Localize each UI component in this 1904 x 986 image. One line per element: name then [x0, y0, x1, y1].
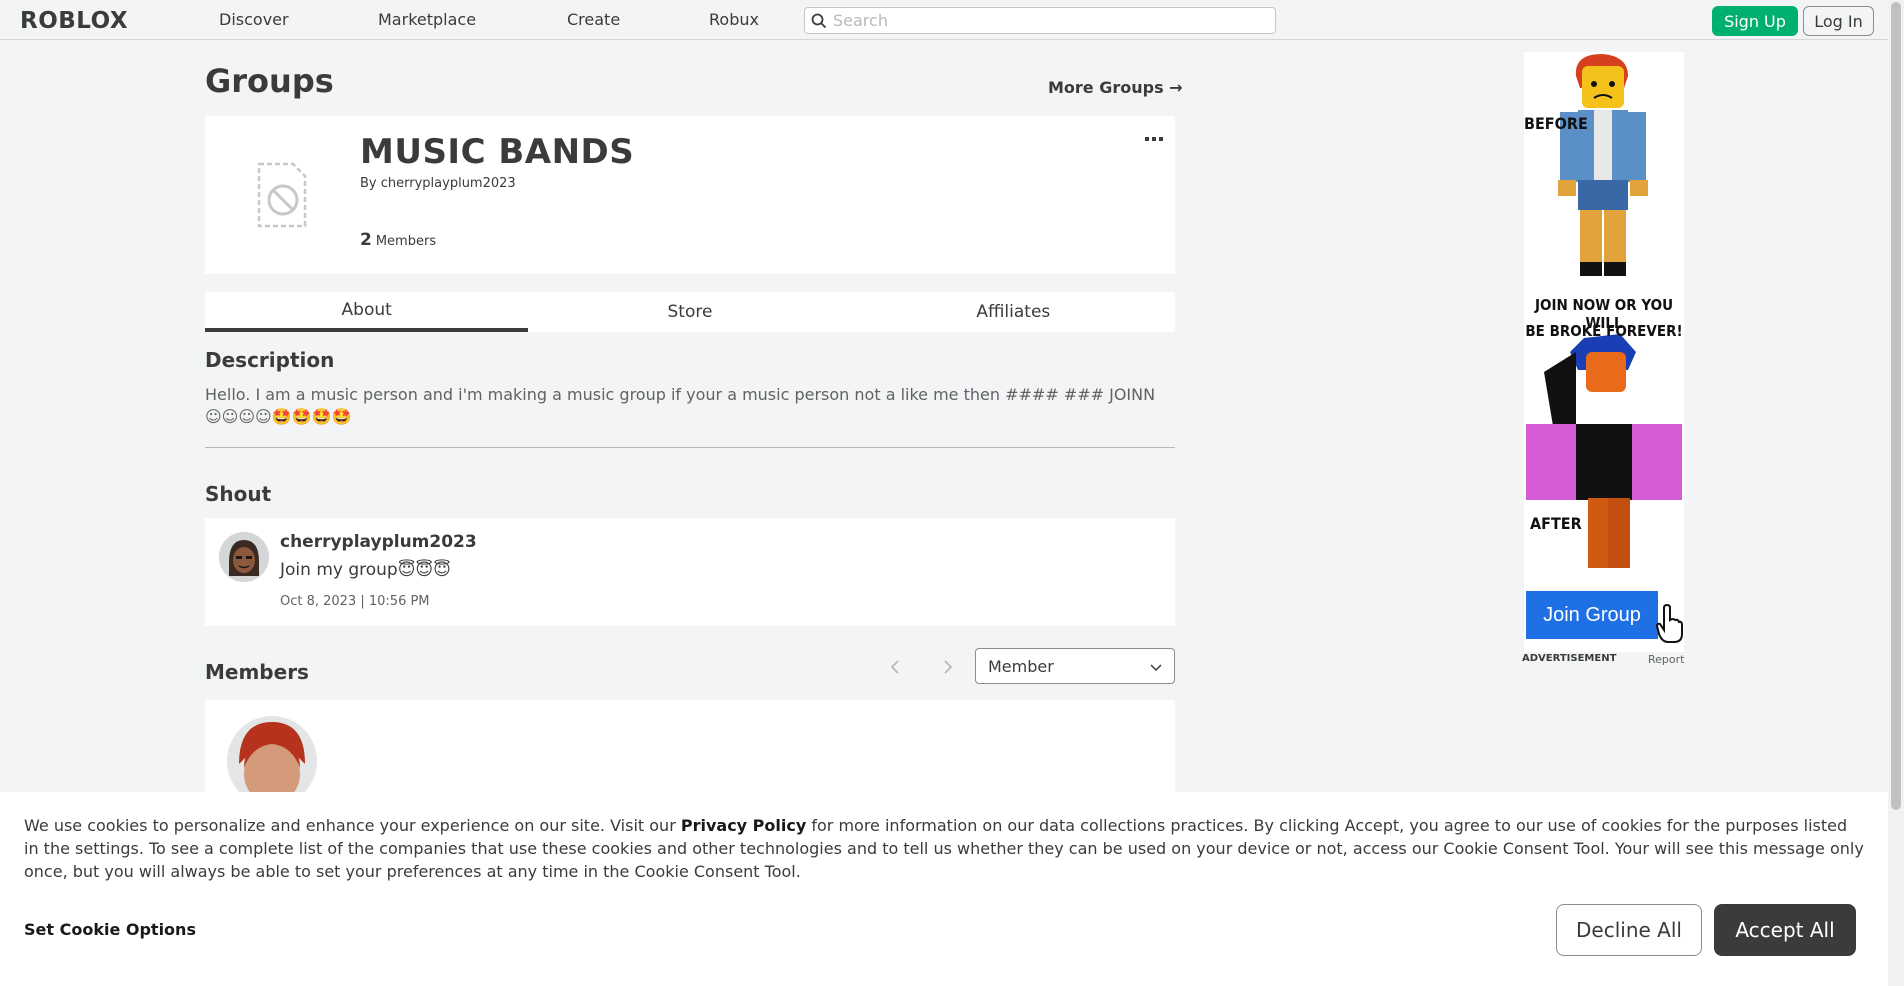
chevron-down-icon — [1150, 657, 1162, 676]
more-options-icon[interactable] — [1145, 130, 1163, 146]
ad-after-text: AFTER — [1530, 514, 1582, 533]
group-emblem-placeholder-icon — [257, 162, 307, 228]
nav-create[interactable]: Create — [567, 10, 620, 29]
log-in-button[interactable]: Log In — [1803, 6, 1874, 36]
description-text: Hello. I am a music person and i'm makin… — [205, 385, 1156, 426]
privacy-policy-link[interactable]: Privacy Policy — [681, 816, 806, 835]
group-member-count: 2 Members — [360, 230, 436, 250]
group-owner-link[interactable]: cherryplayplum2023 — [381, 176, 516, 191]
members-next-page-icon[interactable] — [943, 656, 953, 680]
more-groups-link[interactable]: More Groups → — [1048, 78, 1183, 97]
page-scrollbar[interactable] — [1888, 0, 1904, 986]
group-owner-line: By cherryplayplum2023 — [360, 176, 516, 191]
shout-message: Join my group😇😇😇 — [280, 560, 451, 580]
ad-before-text: BEFORE — [1524, 114, 1588, 133]
hand-cursor-icon — [1655, 603, 1684, 648]
shout-heading: Shout — [205, 482, 272, 506]
nav-robux[interactable]: Robux — [709, 10, 759, 29]
members-heading: Members — [205, 660, 309, 684]
set-cookie-options-link[interactable]: Set Cookie Options — [24, 920, 196, 939]
nav-discover[interactable]: Discover — [219, 10, 289, 29]
sign-up-button[interactable]: Sign Up — [1712, 6, 1798, 36]
advertisement-label: ADVERTISEMENT — [1522, 653, 1617, 664]
group-name: MUSIC BANDS — [360, 132, 635, 172]
page-title: Groups — [205, 62, 334, 100]
section-divider — [205, 447, 1175, 448]
description-heading: Description — [205, 348, 335, 372]
advertisement-banner[interactable]: BEFORE JOIN NOW OR YOU WILL BE BROKE FOR… — [1524, 52, 1684, 652]
member-count-number: 2 — [360, 230, 372, 250]
cookie-text-part-1: We use cookies to personalize and enhanc… — [24, 816, 681, 835]
accept-all-button[interactable]: Accept All — [1714, 904, 1856, 956]
search-icon[interactable] — [805, 13, 833, 29]
shout-date: Oct 8, 2023 | 10:56 PM — [280, 594, 430, 609]
tab-store[interactable]: Store — [528, 292, 851, 332]
ad-tagline-line-2: BE BROKE FOREVER! — [1525, 322, 1683, 340]
search-box — [804, 7, 1276, 34]
tab-affiliates[interactable]: Affiliates — [852, 292, 1175, 332]
tab-about[interactable]: About — [205, 292, 529, 332]
role-select-value: Member — [988, 656, 1054, 676]
shout-poster-avatar[interactable] — [219, 532, 269, 582]
ad-report-link[interactable]: Report — [1648, 653, 1684, 666]
search-input[interactable] — [833, 11, 1263, 30]
member-role-select[interactable]: Member — [975, 648, 1175, 684]
ad-join-group-button[interactable]: Join Group — [1526, 591, 1658, 639]
scrollbar-thumb[interactable] — [1891, 2, 1901, 810]
members-prev-page-icon[interactable] — [890, 656, 900, 680]
decline-all-button[interactable]: Decline All — [1556, 904, 1702, 956]
member-count-label: Members — [375, 234, 437, 249]
roblox-logo[interactable]: ROBLOX — [20, 8, 128, 34]
top-navigation-bar: ROBLOX Discover Marketplace Create Robux… — [0, 0, 1888, 40]
shout-card: cherryplayplum2023 Join my group😇😇😇 Oct … — [205, 518, 1175, 626]
nav-marketplace[interactable]: Marketplace — [378, 10, 476, 29]
group-by-prefix: By — [360, 176, 377, 191]
group-header-card: MUSIC BANDS By cherryplayplum2023 2 Membe… — [205, 116, 1175, 274]
group-tabs: About Store Affiliates — [205, 292, 1175, 332]
cookie-consent-banner: We use cookies to personalize and enhanc… — [0, 792, 1888, 986]
shout-poster-name[interactable]: cherryplayplum2023 — [280, 532, 477, 552]
cookie-notice-text: We use cookies to personalize and enhanc… — [24, 814, 1864, 883]
